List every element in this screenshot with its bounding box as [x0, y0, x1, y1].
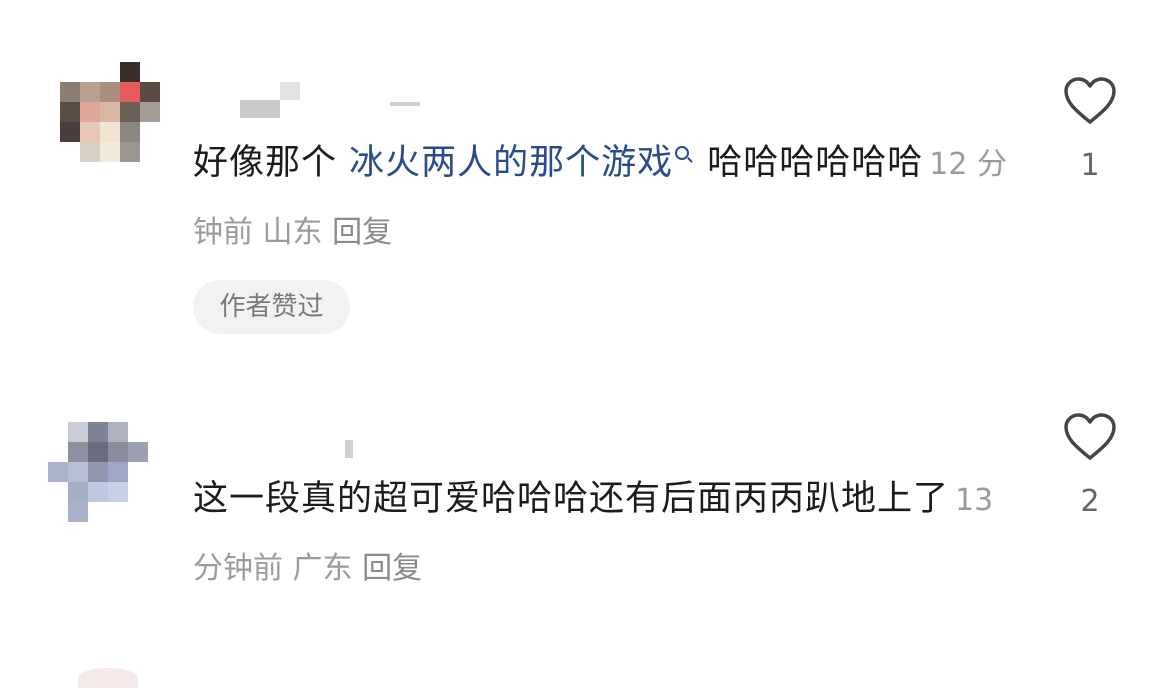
- avatar[interactable]: [78, 668, 138, 688]
- like-button[interactable]: 2: [1060, 412, 1120, 519]
- avatar[interactable]: [48, 422, 148, 522]
- like-count: 2: [1080, 484, 1100, 519]
- comment-location: 广东: [292, 551, 353, 586]
- reply-button[interactable]: 回复: [362, 551, 422, 586]
- comment-item: 这一段真的超可爱哈哈哈还有后面丙丙趴地上了 13 分钟前 广东 回复 2: [0, 0, 1170, 640]
- username[interactable]: [345, 440, 353, 462]
- heart-outline-icon[interactable]: [1063, 412, 1117, 462]
- comment-text: 这一段真的超可爱哈哈哈还有后面丙丙趴地上了 13 分钟前 广东 回复: [193, 479, 994, 586]
